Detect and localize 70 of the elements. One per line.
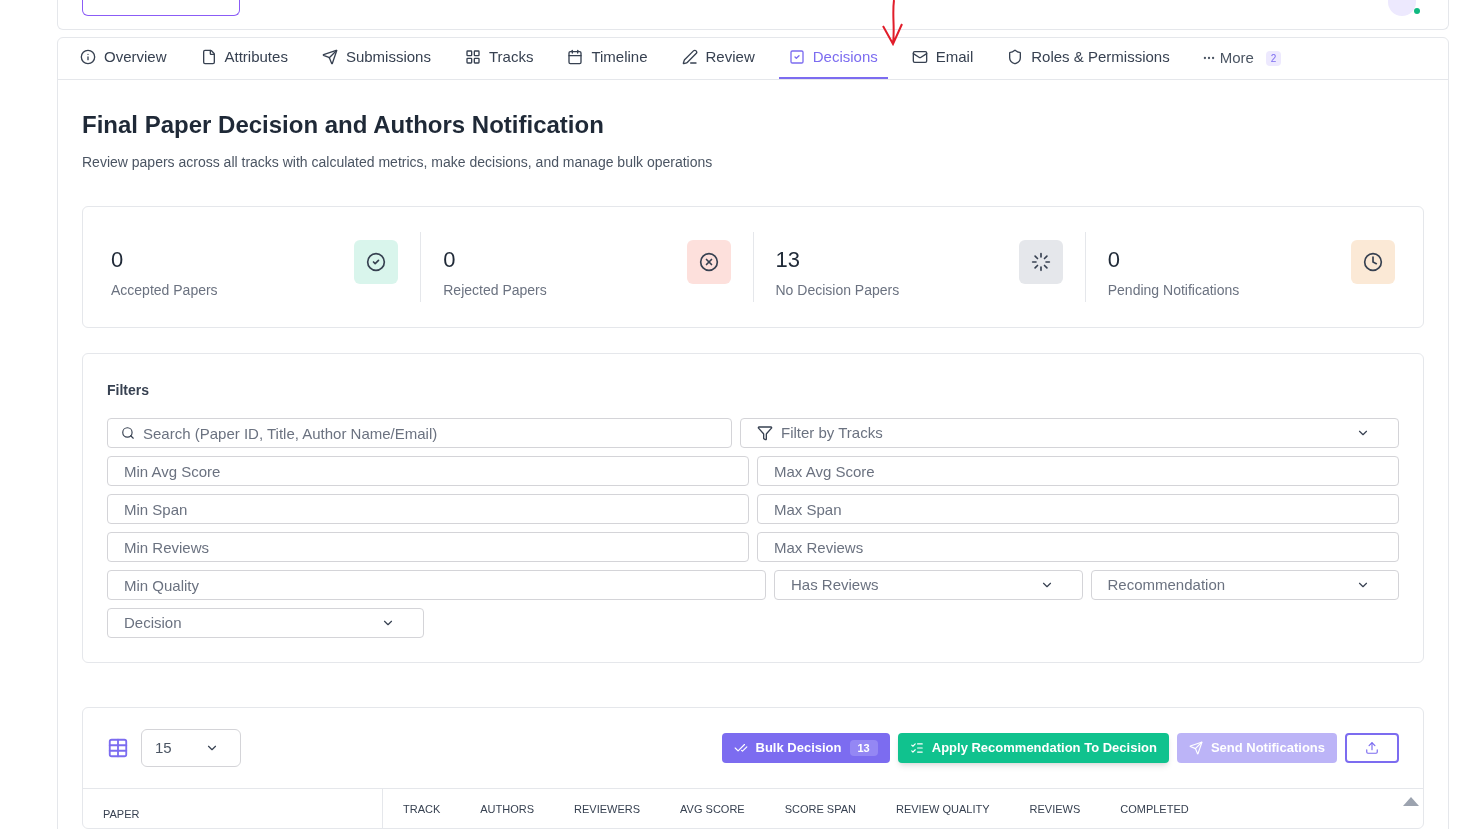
search-field[interactable]: Search (Paper ID, Title, Author Name/Email) <box>107 418 732 448</box>
filters-title: Filters <box>107 381 150 400</box>
input-field[interactable]: Min Span <box>107 494 749 524</box>
stat-value: 0 <box>111 246 125 274</box>
track-filter-dropdown[interactable]: Filter by Tracks <box>740 418 1399 448</box>
more-tab[interactable]: More 2 <box>1193 37 1290 79</box>
x-circle-icon <box>698 252 719 272</box>
tab[interactable]: Attributes <box>190 37 298 79</box>
column-header: PAPER <box>103 808 140 820</box>
header-button[interactable] <box>82 0 240 16</box>
loader-icon <box>1030 252 1051 272</box>
input-field[interactable]: Max Span <box>757 494 1399 524</box>
stat-value: 0 <box>443 246 457 274</box>
filter-icon <box>757 425 773 441</box>
stat-label: No Decision Papers <box>775 281 900 300</box>
input-field[interactable]: Max Reviews <box>757 532 1399 562</box>
tab[interactable]: Submissions <box>311 37 441 79</box>
mail-icon <box>911 49 928 65</box>
page-subtitle: Review papers across all tracks with calculated metrics, make decisions, and manage bulk operations <box>82 153 714 172</box>
tab[interactable]: Overview <box>70 37 177 79</box>
input-field[interactable]: Min Reviews <box>107 532 749 562</box>
select-dropdown[interactable]: Recommendation <box>1090 570 1399 600</box>
export-button[interactable] <box>1345 733 1399 763</box>
shield-icon <box>1007 49 1024 65</box>
column-header: AVG SCORE <box>680 802 745 817</box>
input-field[interactable]: Max Avg Score <box>757 456 1399 486</box>
stat-label: Accepted Papers <box>111 281 218 300</box>
stat-value: 13 <box>775 246 801 274</box>
stat-label: Rejected Papers <box>443 281 547 300</box>
input-field[interactable]: Min Avg Score <box>107 456 749 486</box>
clock-icon <box>1363 252 1383 272</box>
page-title: Final Paper Decision and Authors Notification <box>82 111 605 139</box>
column-header: SCORE SPAN <box>784 802 856 817</box>
column-header: TRACK <box>403 802 441 817</box>
column-header: AUTHORS <box>480 802 535 817</box>
calendar-icon <box>567 49 584 65</box>
scroll-up-icon <box>1403 797 1419 806</box>
page-size-select[interactable]: 15 <box>141 729 241 767</box>
checkbox-icon <box>788 49 805 65</box>
info-icon <box>80 49 96 65</box>
upload-icon <box>1365 741 1379 755</box>
tab[interactable]: Email <box>901 37 984 79</box>
count-badge: 13 <box>849 739 878 757</box>
annotation-arrow <box>880 0 906 46</box>
select-dropdown[interactable]: Decision <box>107 608 424 638</box>
send-icon <box>321 49 338 65</box>
pen-icon <box>681 49 698 65</box>
checklist-icon <box>909 741 924 755</box>
count-badge: 2 <box>1265 50 1282 66</box>
column-header: COMPLETED <box>1120 802 1189 817</box>
check-circle-icon <box>366 252 387 272</box>
table-icon <box>107 737 129 759</box>
tab[interactable]: Tracks <box>454 37 544 79</box>
bulk-decision-button[interactable]: Bulk Decision 13 <box>721 733 890 763</box>
stat-label: Pending Notifications <box>1107 281 1240 300</box>
tab[interactable]: Roles & Permissions <box>997 37 1180 79</box>
search-icon <box>121 426 135 440</box>
input-field[interactable]: Min Quality <box>107 570 766 600</box>
stat-value: 0 <box>1107 246 1121 274</box>
double-check-icon <box>733 741 748 755</box>
send-icon <box>1188 741 1203 755</box>
column-header: REVIEW QUALITY <box>896 802 990 817</box>
tab[interactable]: Decisions <box>778 37 888 79</box>
select-dropdown[interactable]: Has Reviews <box>774 570 1083 600</box>
grid-icon <box>464 49 481 65</box>
tab[interactable]: Timeline <box>557 37 658 79</box>
file-icon <box>200 49 217 65</box>
column-header: REVIEWERS <box>574 802 641 817</box>
tab[interactable]: Review <box>671 37 765 79</box>
column-header: REVIEWS <box>1029 802 1081 817</box>
